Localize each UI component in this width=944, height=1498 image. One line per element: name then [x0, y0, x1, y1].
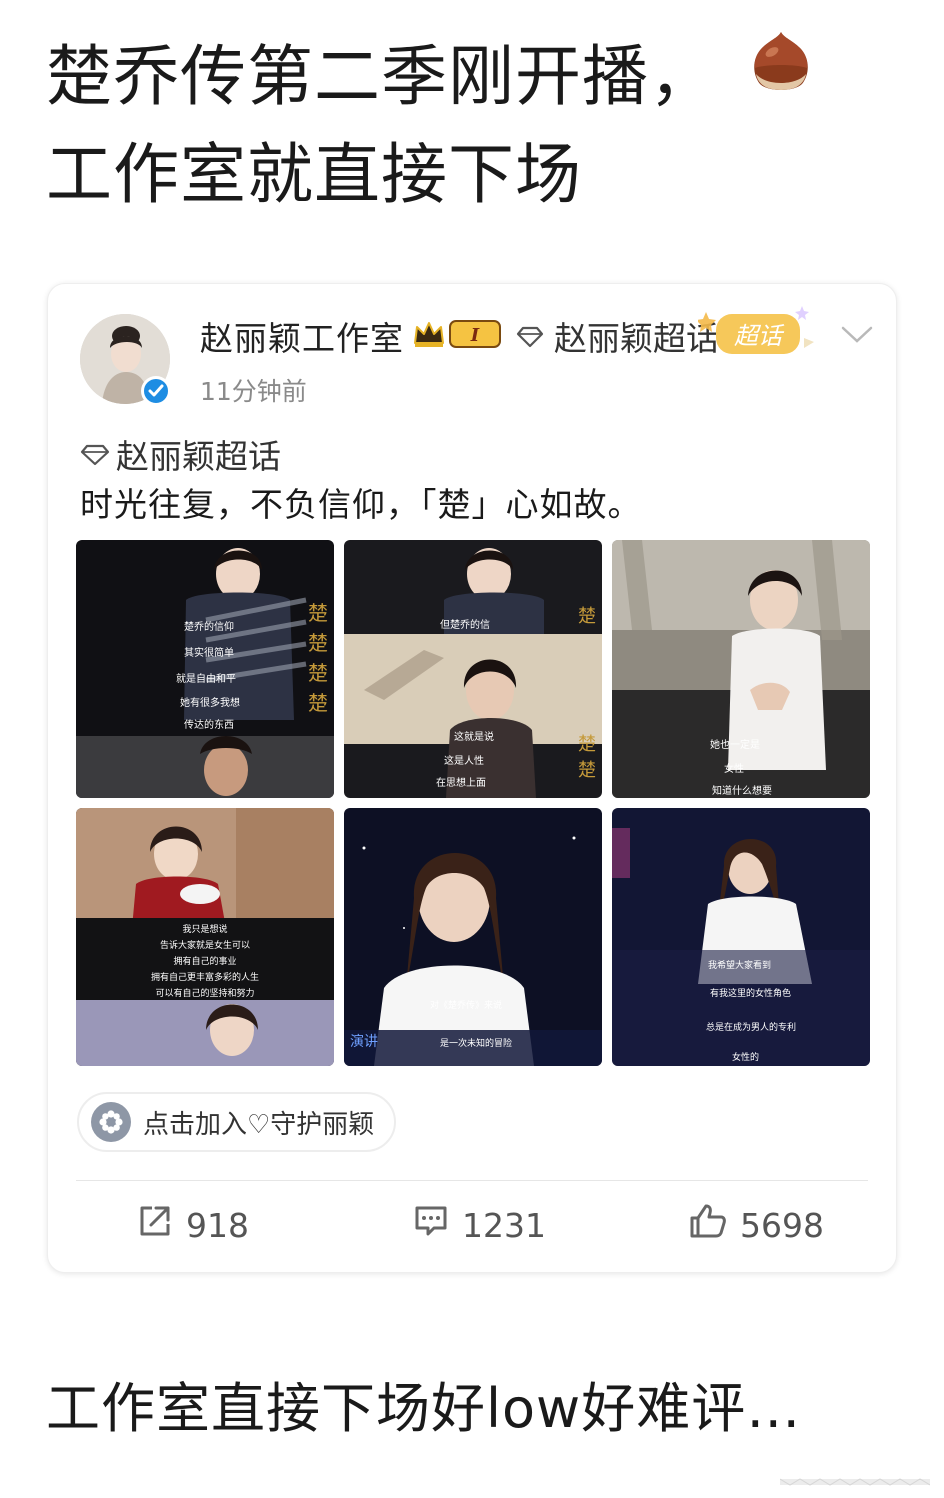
member-level-badge[interactable]: I	[448, 317, 504, 355]
weibo-post-card[interactable]: 赵丽颖工作室 I 赵丽颖超话 超话 11分钟前 赵丽颖超话 时光往复，不负信仰，…	[47, 283, 897, 1273]
photo-5-subtitle-2: 是一次未知的冒险	[440, 1037, 512, 1049]
svg-text:楚: 楚	[308, 631, 328, 655]
photo-6[interactable]: 我希望大家看到 有我这里的女性角色 总是在成为男人的专利 女性的	[612, 808, 870, 1066]
photo-5-subtitle-1: 对《楚乔传》来说	[430, 999, 502, 1011]
photo-1-subtitle-3: 就是自由和平	[176, 672, 236, 685]
diamond-icon	[80, 435, 110, 474]
svg-text:楚: 楚	[308, 601, 328, 625]
topic-tag[interactable]: 赵丽颖超话	[80, 430, 281, 478]
repost-count: 918	[186, 1205, 249, 1245]
photo-2-subtitle-4: 在思想上面	[436, 776, 486, 789]
diamond-icon	[516, 317, 544, 356]
photo-1-subtitle-2: 其实很简单	[184, 646, 234, 659]
post-text: 时光往复，不负信仰，「楚」心如故。	[80, 485, 642, 524]
like-count: 5698	[740, 1205, 824, 1245]
repost-button[interactable]: 918	[136, 1202, 249, 1248]
comment-button[interactable]: 1231	[412, 1202, 546, 1248]
photo-grid: 楚楚楚楚 楚乔的信仰 其实很简单 就是自由和平 她有很多我想 传达的东西 楚 楚…	[76, 540, 871, 1067]
photo-3-subtitle-1: 她也一定是	[710, 738, 760, 751]
photo-4-subtitle-1: 我只是想说	[182, 923, 227, 935]
photo-4-subtitle-2: 告诉大家就是女生可以	[160, 939, 250, 951]
photo-1-subtitle-1: 楚乔的信仰	[184, 620, 234, 633]
comment-count: 1231	[462, 1205, 546, 1245]
supertopic-badge[interactable]: 超话	[696, 302, 818, 366]
photo-3-subtitle-2: 女性	[724, 762, 744, 775]
flower-icon	[91, 1102, 131, 1142]
headline: 楚乔传第二季刚开播， 工作室就直接下场	[46, 28, 906, 224]
photo-5-stage-text: 演讲	[350, 1034, 378, 1050]
crown-icon	[412, 319, 446, 353]
photo-2-subtitle-2: 这就是说	[454, 730, 494, 743]
photo-6-subtitle-4: 女性的	[732, 1051, 759, 1063]
post-time: 11分钟前	[200, 377, 307, 406]
photo-2-subtitle-1: 但楚乔的信	[440, 618, 490, 631]
photo-4-subtitle-4: 拥有自己更丰富多彩的人生	[151, 971, 259, 983]
topic-tag-label: 赵丽颖超话	[116, 437, 281, 476]
photo-4[interactable]: 我只是想说 告诉大家就是女生可以 拥有自己的事业 拥有自己更丰富多彩的人生 可以…	[76, 808, 334, 1066]
photo-6-subtitle-1: 我希望大家看到	[708, 959, 771, 971]
chevron-down-icon[interactable]	[840, 324, 874, 350]
photo-2-subtitle-3: 这是人性	[444, 754, 484, 767]
join-fan-group-button[interactable]: 点击加入♡守护丽颖	[77, 1092, 397, 1152]
supertopic-link[interactable]: 赵丽颖超话	[516, 312, 719, 360]
photo-3[interactable]: 她也一定是 女性 知道什么想要	[612, 540, 870, 798]
photo-5[interactable]: 演讲 对《楚乔传》来说 是一次未知的冒险	[344, 808, 602, 1066]
like-button[interactable]: 5698	[688, 1202, 824, 1248]
repost-icon	[136, 1202, 186, 1248]
author-name[interactable]: 赵丽颖工作室	[200, 312, 404, 360]
watermark-decoration	[779, 1474, 931, 1488]
photo-4-subtitle-3: 拥有自己的事业	[173, 955, 236, 967]
comment-icon	[412, 1202, 462, 1248]
svg-text:楚: 楚	[308, 661, 328, 685]
supertopic-link-label: 赵丽颖超话	[554, 319, 719, 358]
svg-text:楚: 楚	[578, 734, 596, 755]
supertopic-badge-text: 超话	[734, 322, 785, 350]
bottom-commentary: 工作室直接下场好low好难评…	[46, 1377, 802, 1440]
photo-1-subtitle-5: 传达的东西	[184, 718, 234, 731]
svg-text:楚: 楚	[578, 606, 596, 627]
chestnut-icon	[746, 25, 816, 123]
join-fan-group-label: 点击加入♡守护丽颖	[143, 1109, 375, 1140]
headline-line-2: 工作室就直接下场	[46, 136, 582, 213]
headline-line-1: 楚乔传第二季刚开播，	[46, 28, 906, 126]
photo-6-subtitle-2: 有我这里的女性角色	[710, 987, 791, 999]
svg-text:楚: 楚	[308, 691, 328, 715]
photo-3-subtitle-3: 知道什么想要	[712, 784, 772, 797]
photo-2[interactable]: 楚楚楚 但楚乔的信 这就是说 这是人性 在思想上面	[344, 540, 602, 798]
photo-1[interactable]: 楚楚楚楚 楚乔的信仰 其实很简单 就是自由和平 她有很多我想 传达的东西	[76, 540, 334, 798]
divider	[76, 1180, 868, 1181]
svg-text:楚: 楚	[578, 760, 596, 781]
author-row: 赵丽颖工作室 I 赵丽颖超话	[200, 312, 719, 360]
member-level-text: I	[470, 325, 480, 346]
headline-line-1-text: 楚乔传第二季刚开播，	[46, 38, 716, 115]
photo-6-subtitle-3: 总是在成为男人的专利	[706, 1021, 796, 1033]
photo-4-subtitle-5: 可以有自己的坚持和努力	[155, 987, 254, 999]
verified-badge-icon	[141, 376, 171, 406]
thumbs-up-icon	[688, 1202, 740, 1248]
photo-1-subtitle-4: 她有很多我想	[180, 696, 240, 709]
